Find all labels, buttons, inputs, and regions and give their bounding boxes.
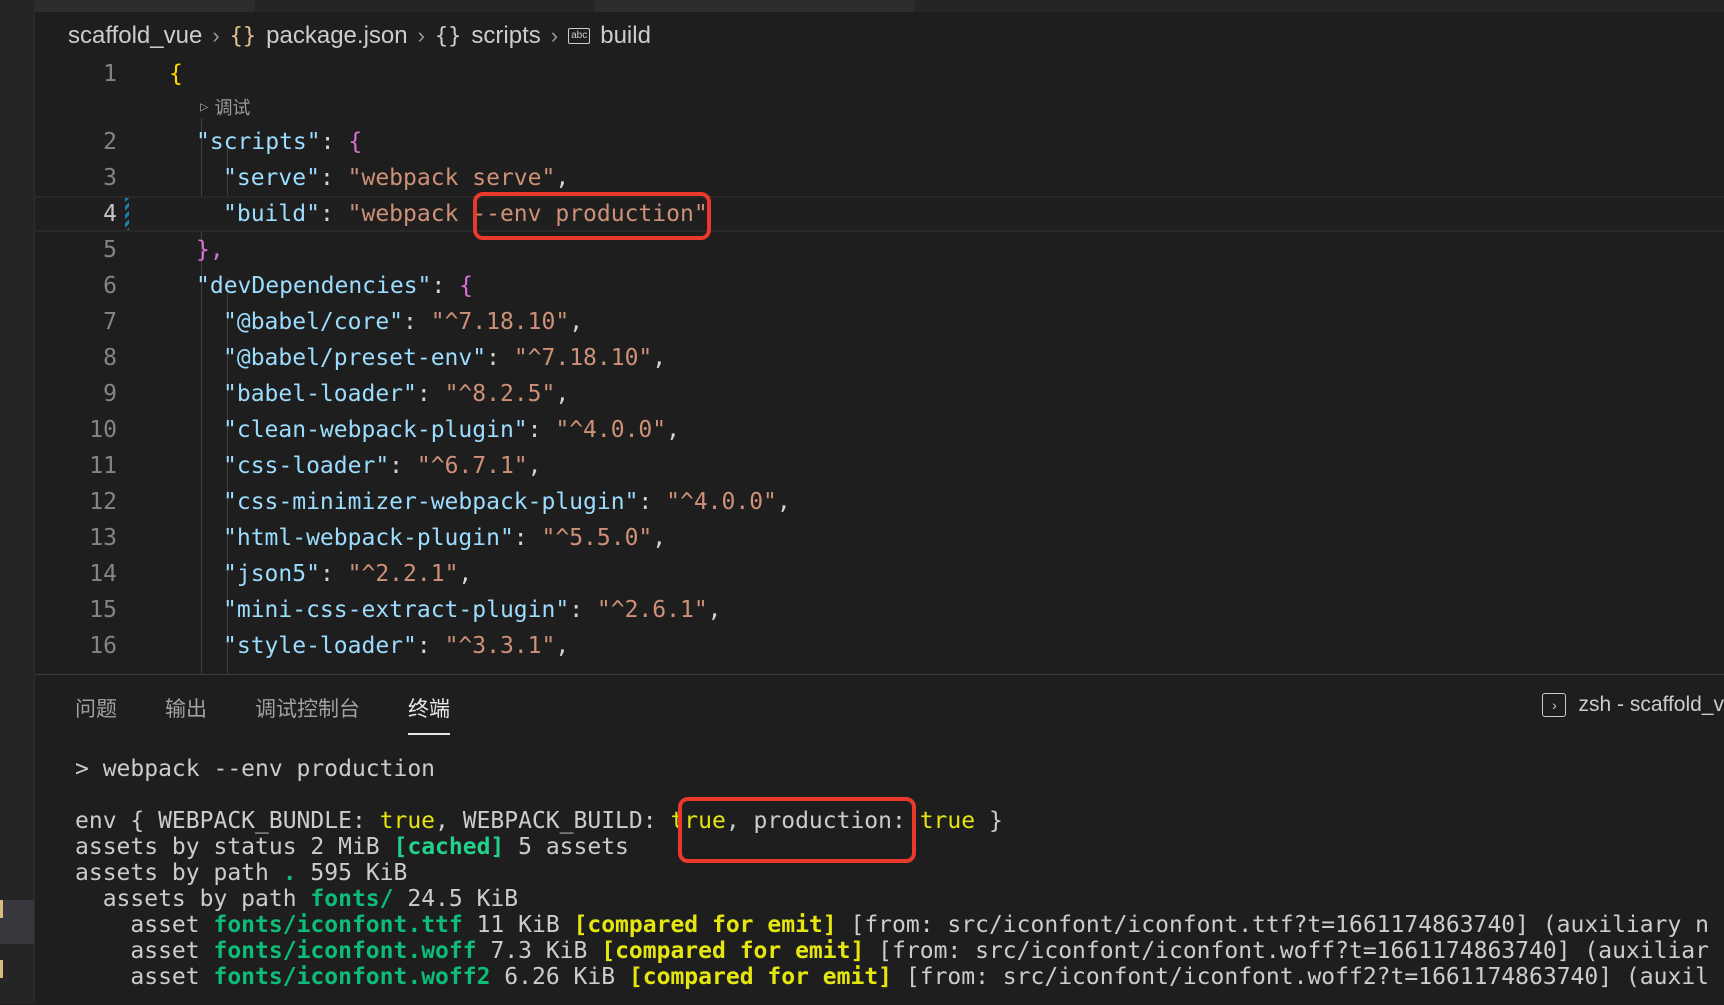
line-number: 13 <box>89 525 117 551</box>
code-line-current: 4 "build": "webpack --env production" <box>35 196 1724 232</box>
terminal-icon: › <box>1542 693 1567 717</box>
terminal-line: > webpack --env production <box>75 756 436 782</box>
object-icon: {} <box>434 23 462 49</box>
line-number: 14 <box>89 561 117 587</box>
breadcrumb-section[interactable]: scripts <box>471 22 540 50</box>
line-number: 4 <box>103 201 117 227</box>
code-text: "serve": "webpack serve", <box>223 165 570 191</box>
line-number: 8 <box>103 345 117 371</box>
activity-indicator <box>0 960 3 978</box>
terminal-line: asset fonts/iconfont.woff 7.3 KiB [compa… <box>75 938 1710 964</box>
code-line: 5 }, <box>35 232 1724 268</box>
code-line: 6 "devDependencies": { <box>35 268 1724 304</box>
panel-tabs: 问题 输出 调试控制台 终端 <box>75 693 498 735</box>
activity-indicator <box>0 900 3 918</box>
code-line: 15 "mini-css-extract-plugin": "^2.6.1", <box>35 592 1724 628</box>
terminal-line: asset fonts/iconfont.ttf 11 KiB [compare… <box>75 912 1709 938</box>
line-number: 11 <box>89 453 117 479</box>
code-line: 3 "serve": "webpack serve", <box>35 160 1724 196</box>
terminal-line: assets by path fonts/ 24.5 KiB <box>75 886 519 912</box>
modified-line-marker <box>125 198 129 230</box>
json-file-icon: {} <box>229 23 257 49</box>
line-number: 10 <box>89 417 117 443</box>
tab-terminal[interactable]: 终端 <box>408 693 450 735</box>
code-text: "@babel/core": "^7.18.10", <box>223 309 584 335</box>
line-number: 5 <box>103 237 117 263</box>
code-text: "style-loader": "^3.3.1", <box>223 633 570 659</box>
line-number: 16 <box>89 633 117 659</box>
code-text: }, <box>196 237 224 263</box>
code-text: "scripts": { <box>196 129 363 155</box>
terminal-line: env { WEBPACK_BUNDLE: true, WEBPACK_BUIL… <box>75 808 1003 834</box>
breadcrumb: scaffold_vue › {} package.json › {} scri… <box>68 18 651 54</box>
bottom-panel: 问题 输出 调试控制台 终端 › zsh - scaffold_v > webp… <box>35 674 1724 1005</box>
chevron-right-icon: › <box>212 23 220 48</box>
activity-bar <box>0 0 35 1004</box>
tab-problems[interactable]: 问题 <box>75 693 117 735</box>
line-number: 9 <box>103 381 117 407</box>
terminal-line: assets by path . 595 KiB <box>75 860 408 886</box>
code-text: "babel-loader": "^8.2.5", <box>223 381 570 407</box>
code-line: 11 "css-loader": "^6.7.1", <box>35 448 1724 484</box>
code-editor[interactable]: 1 { ▷ 调试 2 "scripts": { 3 "serve": "webp… <box>35 56 1724 674</box>
code-line: 2 "scripts": { <box>35 124 1724 160</box>
line-number: 15 <box>89 597 117 623</box>
play-icon: ▷ <box>200 99 209 115</box>
string-icon: abc <box>568 28 591 44</box>
code-text: "html-webpack-plugin": "^5.5.0", <box>223 525 667 551</box>
tab-output[interactable]: 输出 <box>165 693 207 735</box>
terminal-line: assets by status 2 MiB [cached] 5 assets <box>75 834 629 860</box>
editor-tab[interactable] <box>595 0 915 12</box>
editor-tab-strip <box>35 0 1724 12</box>
tab-debug-console[interactable]: 调试控制台 <box>255 693 360 735</box>
code-line: 7 "@babel/core": "^7.18.10", <box>35 304 1724 340</box>
codelens-label: 调试 <box>214 98 251 119</box>
breadcrumb-project[interactable]: scaffold_vue <box>68 22 202 50</box>
breadcrumb-key[interactable]: build <box>600 22 651 50</box>
code-text: "css-loader": "^6.7.1", <box>223 453 542 479</box>
code-text: "css-minimizer-webpack-plugin": "^4.0.0"… <box>223 489 791 515</box>
line-number: 7 <box>103 309 117 335</box>
line-number: 1 <box>103 61 117 87</box>
chevron-right-icon: › <box>550 23 559 48</box>
editor-tab[interactable] <box>35 0 255 12</box>
line-number: 12 <box>89 489 117 515</box>
code-text: "mini-css-extract-plugin": "^2.6.1", <box>223 597 722 623</box>
activity-active-item[interactable] <box>0 900 34 944</box>
code-line: 14 "json5": "^2.2.1", <box>35 556 1724 592</box>
chevron-right-icon: › <box>417 23 425 48</box>
code-line: 8 "@babel/preset-env": "^7.18.10", <box>35 340 1724 376</box>
code-text: "json5": "^2.2.1", <box>223 561 473 587</box>
line-number: 6 <box>103 273 117 299</box>
terminal-selector[interactable]: › zsh - scaffold_v <box>1542 693 1724 717</box>
code-line: 13 "html-webpack-plugin": "^5.5.0", <box>35 520 1724 556</box>
code-text: "build": "webpack --env production" <box>223 201 708 227</box>
debug-codelens[interactable]: ▷ 调试 <box>200 94 250 120</box>
line-number: 2 <box>103 129 117 155</box>
terminal-label: zsh - scaffold_v <box>1578 693 1724 716</box>
code-line: 1 { <box>35 56 1724 92</box>
terminal-line: asset fonts/iconfont.woff2 6.26 KiB [com… <box>75 964 1710 990</box>
code-line: 10 "clean-webpack-plugin": "^4.0.0", <box>35 412 1724 448</box>
line-number: 3 <box>103 165 117 191</box>
breadcrumb-file[interactable]: package.json <box>266 22 407 50</box>
code-text: "devDependencies": { <box>196 273 473 299</box>
code-line: 16 "style-loader": "^3.3.1", <box>35 628 1724 664</box>
code-text: "clean-webpack-plugin": "^4.0.0", <box>223 417 680 443</box>
code-text: { <box>169 61 183 87</box>
code-line: 12 "css-minimizer-webpack-plugin": "^4.0… <box>35 484 1724 520</box>
code-line: 9 "babel-loader": "^8.2.5", <box>35 376 1724 412</box>
code-text: "@babel/preset-env": "^7.18.10", <box>223 345 667 371</box>
